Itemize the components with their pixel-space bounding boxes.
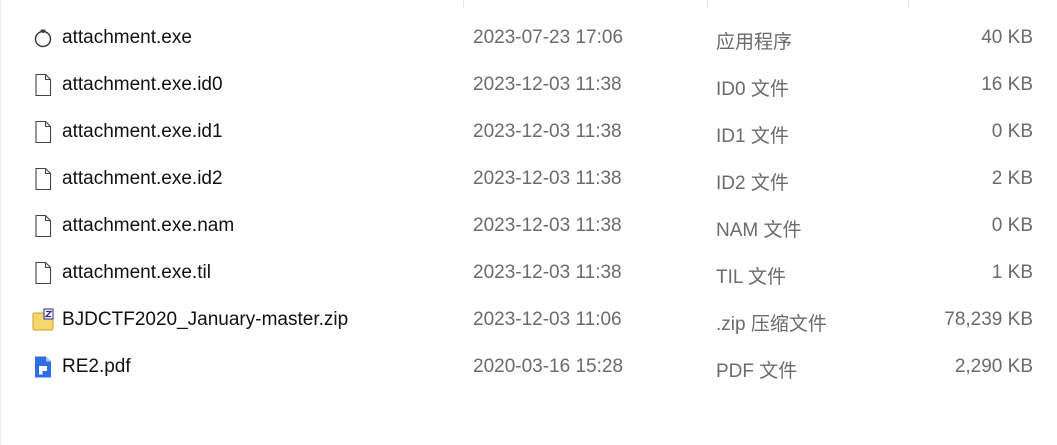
file-name[interactable]: BJDCTF2020_January-master.zip: [62, 309, 348, 331]
file-size: 78,239 KB: [944, 309, 1033, 330]
column-divider[interactable]: [463, 0, 464, 8]
file-size: 0 KB: [991, 215, 1033, 236]
file-modified-date: 2020-03-16 15:28: [473, 356, 624, 377]
file-row[interactable]: attachment.exe.id0 2023-12-03 11:38 ID0 …: [1, 62, 1057, 109]
file-modified-date: 2023-12-03 11:06: [473, 309, 622, 330]
file-row[interactable]: attachment.exe 2023-07-23 17:06 应用程序 40 …: [1, 15, 1057, 62]
file-icon: [31, 261, 55, 285]
file-size: 0 KB: [991, 121, 1033, 142]
file-icon: [31, 214, 55, 238]
column-divider[interactable]: [707, 0, 708, 8]
exe-app-icon: [31, 26, 55, 50]
file-row[interactable]: BJDCTF2020_January-master.zip 2023-12-03…: [1, 297, 1057, 344]
file-size: 2,290 KB: [954, 356, 1033, 377]
file-name[interactable]: attachment.exe.id1: [62, 121, 223, 143]
file-row[interactable]: attachment.exe.nam 2023-12-03 11:38 NAM …: [1, 203, 1057, 250]
column-divider[interactable]: [908, 0, 909, 8]
file-icon: [31, 120, 55, 144]
file-size: 16 KB: [981, 74, 1033, 95]
file-modified-date: 2023-12-03 11:38: [473, 262, 622, 283]
file-type: ID1 文件: [716, 126, 789, 147]
file-row[interactable]: attachment.exe.til 2023-12-03 11:38 TIL …: [1, 250, 1057, 297]
zip-archive-icon: [31, 308, 55, 332]
file-type: ID0 文件: [716, 79, 789, 100]
file-row[interactable]: attachment.exe.id1 2023-12-03 11:38 ID1 …: [1, 109, 1057, 156]
file-row[interactable]: attachment.exe.id2 2023-12-03 11:38 ID2 …: [1, 156, 1057, 203]
file-modified-date: 2023-07-23 17:06: [473, 27, 624, 48]
file-size: 1 KB: [991, 262, 1033, 283]
file-modified-date: 2023-12-03 11:38: [473, 215, 622, 236]
file-type: 应用程序: [716, 32, 793, 53]
file-type: PDF 文件: [716, 361, 798, 382]
file-size: 2 KB: [991, 168, 1033, 189]
file-name[interactable]: attachment.exe.id0: [62, 74, 223, 96]
file-modified-date: 2023-12-03 11:38: [473, 74, 622, 95]
file-name[interactable]: attachment.exe.nam: [62, 215, 234, 237]
file-icon: [31, 73, 55, 97]
file-list: attachment.exe 2023-07-23 17:06 应用程序 40 …: [0, 0, 1057, 445]
file-size: 40 KB: [981, 27, 1033, 48]
file-row[interactable]: RE2.pdf 2020-03-16 15:28 PDF 文件 2,290 KB: [1, 344, 1057, 391]
file-name[interactable]: RE2.pdf: [62, 356, 131, 378]
pdf-icon: [31, 355, 55, 379]
file-type: ID2 文件: [716, 173, 789, 194]
file-name[interactable]: attachment.exe: [62, 27, 192, 49]
file-type: TIL 文件: [716, 267, 787, 288]
file-type: NAM 文件: [716, 220, 802, 241]
file-modified-date: 2023-12-03 11:38: [473, 168, 622, 189]
file-icon: [31, 167, 55, 191]
file-type: .zip 压缩文件: [716, 314, 827, 335]
file-modified-date: 2023-12-03 11:38: [473, 121, 622, 142]
file-name[interactable]: attachment.exe.id2: [62, 168, 223, 190]
file-name[interactable]: attachment.exe.til: [62, 262, 211, 284]
